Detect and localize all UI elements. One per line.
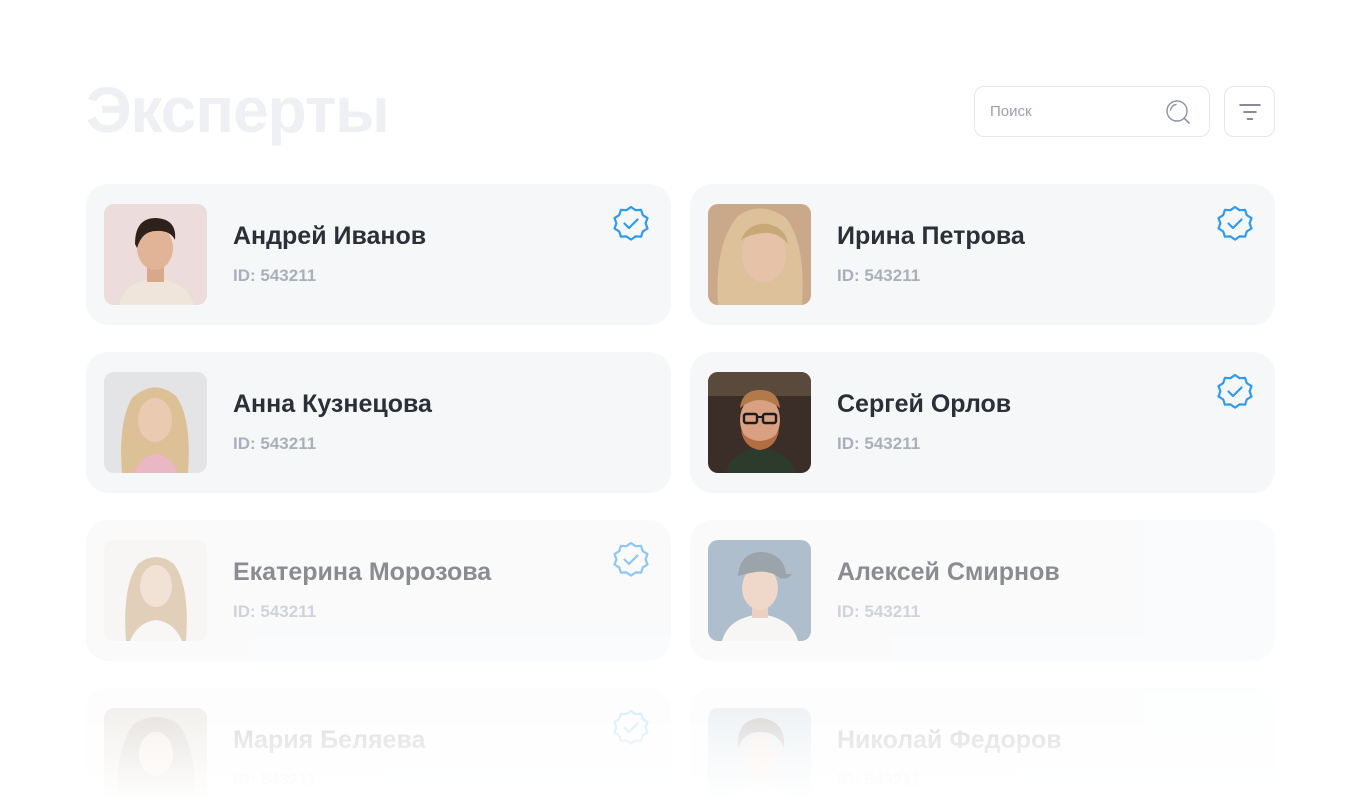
search-icon[interactable] (1165, 99, 1191, 125)
search-box[interactable] (974, 86, 1210, 137)
experts-page: Эксперты Ан (0, 0, 1360, 800)
verified-badge-icon (613, 205, 649, 241)
expert-card[interactable]: Алексей Смирнов ID: 543211 (690, 520, 1275, 661)
verified-badge-icon (1217, 205, 1253, 241)
avatar (104, 204, 207, 305)
expert-id: ID: 543211 (233, 770, 317, 789)
expert-id: ID: 543211 (233, 602, 317, 621)
filter-icon (1239, 104, 1261, 120)
avatar (708, 540, 811, 641)
avatar (708, 204, 811, 305)
verified-badge-icon (613, 709, 649, 745)
expert-card[interactable]: Андрей Иванов ID: 543211 (86, 184, 671, 325)
expert-card[interactable]: Сергей Орлов ID: 543211 (690, 352, 1275, 493)
avatar (104, 540, 207, 641)
expert-name: Андрей Иванов (233, 222, 427, 250)
expert-id: ID: 543211 (837, 434, 921, 453)
filter-button[interactable] (1224, 86, 1275, 137)
expert-id: ID: 543211 (837, 770, 921, 789)
expert-name: Мария Беляева (233, 726, 426, 754)
expert-card[interactable]: Анна Кузнецова ID: 543211 (86, 352, 671, 493)
expert-id: ID: 543211 (233, 434, 317, 453)
expert-name: Ирина Петрова (837, 222, 1025, 250)
expert-id: ID: 543211 (837, 602, 921, 621)
expert-card[interactable]: Ирина Петрова ID: 543211 (690, 184, 1275, 325)
expert-card[interactable]: Мария Беляева ID: 543211 (86, 688, 671, 800)
avatar (708, 372, 811, 473)
verified-badge-icon (1217, 373, 1253, 409)
avatar (708, 708, 811, 800)
search-input[interactable] (990, 87, 1160, 136)
avatar (104, 372, 207, 473)
expert-name: Сергей Орлов (837, 390, 1012, 418)
expert-name: Алексей Смирнов (837, 558, 1060, 586)
expert-name: Екатерина Морозова (233, 558, 492, 586)
expert-id: ID: 543211 (837, 266, 921, 285)
expert-name: Николай Федоров (837, 726, 1062, 754)
page-title: Эксперты (86, 74, 390, 146)
expert-card[interactable]: Екатерина Морозова ID: 543211 (86, 520, 671, 661)
verified-badge-icon (613, 541, 649, 577)
avatar (104, 708, 207, 800)
expert-id: ID: 543211 (233, 266, 317, 285)
expert-name: Анна Кузнецова (233, 390, 432, 418)
expert-card[interactable]: Николай Федоров ID: 543211 (690, 688, 1275, 800)
